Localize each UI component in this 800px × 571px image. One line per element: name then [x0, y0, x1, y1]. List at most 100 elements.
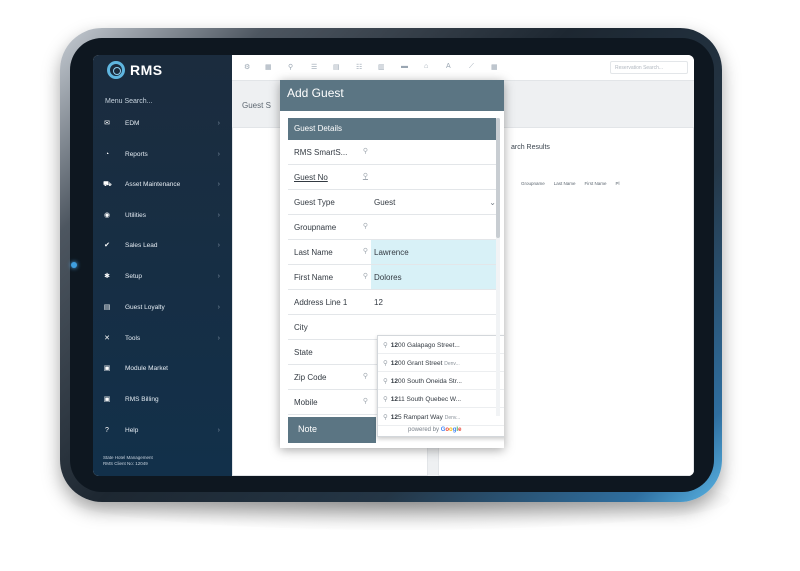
- search-icon[interactable]: ⚲: [288, 63, 293, 71]
- sidebar-item-help[interactable]: ? Help ›: [93, 420, 232, 440]
- map-pin-icon: ⚲: [383, 342, 388, 349]
- address-suggestion[interactable]: ⚲ 125 Rampart Way Denv...: [378, 408, 504, 426]
- smartsearch-input[interactable]: [371, 140, 500, 164]
- address-suggestion[interactable]: ⚲ 1200 Galapago Street...: [378, 336, 504, 354]
- list-icon[interactable]: ☰: [311, 63, 317, 71]
- users-icon[interactable]: ☷: [356, 63, 362, 71]
- stage: RMS Menu Search... ✉ EDM › ◔ Reports › ⛟…: [0, 0, 800, 571]
- first-name-input[interactable]: Dolores: [371, 265, 500, 289]
- search-results-title: arch Results: [511, 144, 550, 151]
- address-autocomplete: ⚲ 1200 Galapago Street... ⚲ 1200 Grant Str…: [377, 335, 504, 437]
- column-header[interactable]: Pl: [616, 181, 620, 186]
- camera-dot: [71, 262, 77, 268]
- sidebar-item-module-market[interactable]: ▣ Module Market: [93, 358, 232, 378]
- sidebar-item-reports[interactable]: ◔ Reports ›: [93, 144, 232, 164]
- sidebar-item-label: EDM: [125, 119, 140, 127]
- font-icon[interactable]: A: [446, 63, 451, 70]
- top-toolbar: ⚙ ▦ ⚲ ☰ ▤ ☷ ▥ ▬ ⌂ A ⟋ ▦ Reservation Sear…: [232, 55, 694, 81]
- sidebar-item-sales-lead[interactable]: ✔ Sales Lead ›: [93, 235, 232, 255]
- sidebar: RMS Menu Search... ✉ EDM › ◔ Reports › ⛟…: [93, 55, 232, 476]
- check-circle-icon: ✔: [104, 242, 110, 249]
- bed-icon[interactable]: ⌂: [424, 63, 428, 70]
- plus-square-icon: ▣: [103, 396, 111, 403]
- groupname-input[interactable]: [371, 215, 500, 239]
- address-line-1-input[interactable]: 12: [371, 290, 500, 314]
- field-guest-type: Guest Type Guest ⌄: [288, 190, 500, 215]
- line-chart-icon[interactable]: ⟋: [469, 63, 474, 71]
- sidebar-item-edm[interactable]: ✉ EDM ›: [93, 113, 232, 133]
- field-label: Zip Code ⚲: [294, 372, 368, 382]
- chevron-right-icon: ›: [217, 241, 220, 249]
- chevron-right-icon: ›: [217, 303, 220, 311]
- car-icon: ⛟: [103, 180, 112, 188]
- sidebar-item-label: Tools: [125, 334, 141, 342]
- note-button[interactable]: Note: [288, 417, 376, 443]
- id-card-icon: ▤: [103, 304, 111, 311]
- sidebar-item-label: Module Market: [125, 364, 168, 372]
- column-header[interactable]: Groupname: [521, 181, 545, 186]
- bar-chart-icon[interactable]: ▥: [378, 63, 385, 71]
- sidebar-item-tools[interactable]: ✕ Tools ›: [93, 328, 232, 348]
- powered-by-google: powered by Google: [408, 427, 462, 433]
- sidebar-item-label: Asset Maintenance: [125, 180, 181, 188]
- logo[interactable]: RMS: [107, 61, 163, 79]
- gear-icon[interactable]: ⚙: [244, 63, 250, 71]
- search-icon[interactable]: ⚲: [363, 272, 368, 280]
- address-suggestion[interactable]: ⚲ 1211 South Quebec W...: [378, 390, 504, 408]
- address-suggestion[interactable]: ⚲ 1200 Grant Street Denv...: [378, 354, 504, 372]
- dialog-body: Guest Details RMS SmartS... ⚲ Guest No ⚲ G…: [288, 118, 504, 448]
- sidebar-item-label: Sales Lead: [125, 241, 158, 249]
- sidebar-item-utilities[interactable]: ◉ Utilities ›: [93, 205, 232, 225]
- sidebar-item-label: Utilities: [125, 211, 146, 219]
- field-label: Last Name ⚲: [294, 247, 368, 257]
- chevron-right-icon: ›: [217, 180, 220, 188]
- column-header[interactable]: Last Name: [554, 181, 576, 186]
- sidebar-item-label: Setup: [125, 272, 142, 280]
- table-icon[interactable]: ▦: [491, 63, 498, 71]
- field-label: State: [294, 348, 313, 357]
- map-pin-icon: ⚲: [383, 414, 388, 421]
- gauge-icon: ◉: [103, 212, 111, 219]
- scrollbar-thumb[interactable]: [496, 118, 500, 238]
- menu-search-input[interactable]: Menu Search...: [105, 98, 152, 105]
- map-pin-icon: ⚲: [383, 396, 388, 403]
- grid-icon[interactable]: ▤: [333, 63, 340, 71]
- gear-icon: ✱: [104, 273, 110, 280]
- dialog-scrollbar[interactable]: [496, 118, 500, 416]
- dialog-title: Add Guest: [280, 80, 504, 111]
- field-guest-no: Guest No ⚲: [288, 165, 500, 190]
- search-icon[interactable]: ⚲: [363, 247, 368, 255]
- address-suggestion[interactable]: ⚲ 1200 South Oneida Str...: [378, 372, 504, 390]
- client-number: RMS Client No: 12049: [103, 461, 148, 466]
- search-icon[interactable]: ⚲: [363, 172, 368, 180]
- tools-icon: ✕: [104, 335, 110, 342]
- sidebar-item-guest-loyalty[interactable]: ▤ Guest Loyalty ›: [93, 297, 232, 317]
- column-header[interactable]: First Name: [585, 181, 607, 186]
- sidebar-item-asset-maintenance[interactable]: ⛟ Asset Maintenance ›: [93, 174, 232, 194]
- plus-square-icon: ▣: [103, 365, 111, 372]
- app-screen: RMS Menu Search... ✉ EDM › ◔ Reports › ⛟…: [93, 55, 694, 476]
- guest-details-header[interactable]: Guest Details: [288, 118, 500, 140]
- sidebar-item-label: Reports: [125, 150, 148, 158]
- guest-type-select[interactable]: Guest ⌄: [371, 190, 500, 214]
- chevron-right-icon: ›: [217, 211, 220, 219]
- last-name-input[interactable]: Lawrence: [371, 240, 500, 264]
- client-info: State Hotel Management RMS Client No: 12…: [103, 455, 153, 467]
- search-icon[interactable]: ⚲: [363, 372, 368, 380]
- field-label[interactable]: Guest No ⚲: [288, 165, 371, 189]
- card-icon[interactable]: ▬: [401, 63, 408, 70]
- search-icon[interactable]: ⚲: [363, 397, 368, 405]
- question-circle-icon: ?: [105, 426, 109, 434]
- guest-no-input[interactable]: [371, 165, 500, 189]
- results-header-row: Groupname Last Name First Name Pl: [521, 181, 620, 186]
- sidebar-item-rms-billing[interactable]: ▣ RMS Billing: [93, 389, 232, 409]
- sidebar-item-setup[interactable]: ✱ Setup ›: [93, 266, 232, 286]
- pie-chart-icon: ◔: [104, 150, 110, 158]
- rms-logo-icon: [107, 61, 125, 79]
- search-icon[interactable]: ⚲: [363, 222, 368, 230]
- reservation-search-input[interactable]: Reservation Search...: [610, 61, 688, 74]
- field-label: RMS SmartS... ⚲: [294, 147, 368, 157]
- sidebar-item-label: Guest Loyalty: [125, 303, 165, 311]
- search-icon[interactable]: ⚲: [363, 147, 368, 155]
- calendar-icon[interactable]: ▦: [265, 63, 272, 71]
